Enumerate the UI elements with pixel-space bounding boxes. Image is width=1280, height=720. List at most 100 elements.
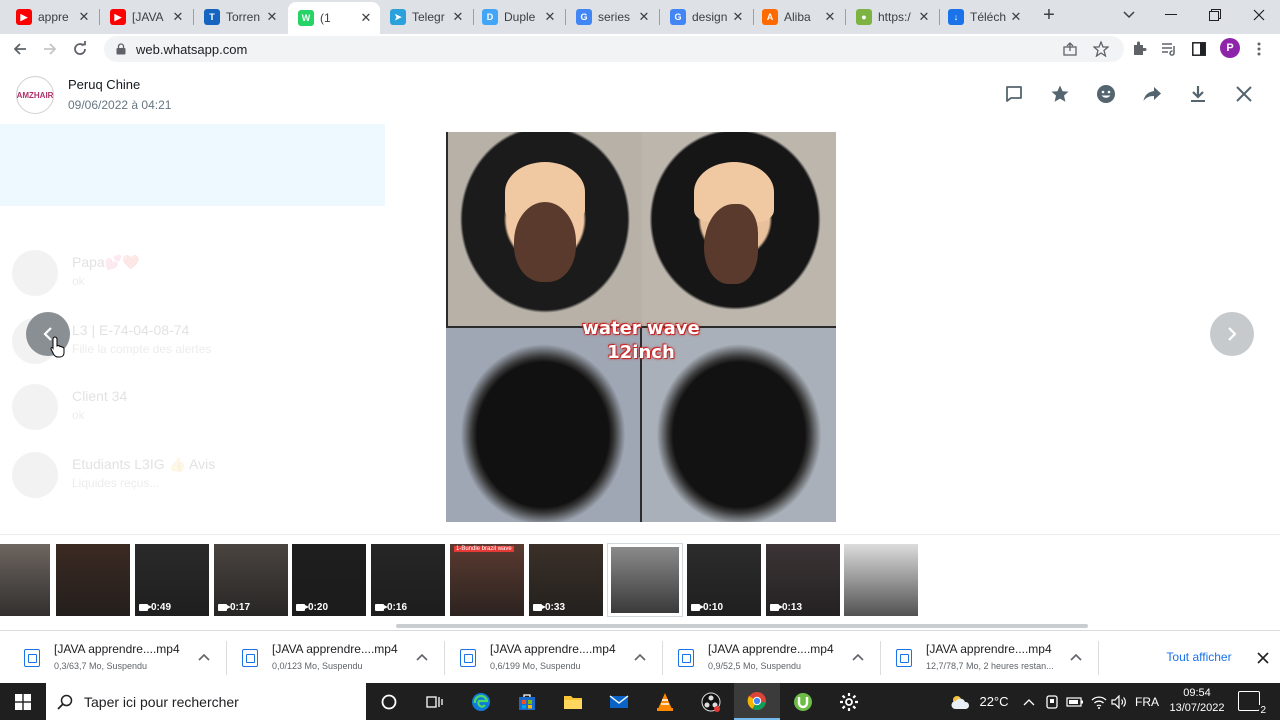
share-icon[interactable]	[1062, 40, 1080, 58]
tab-close-icon[interactable]: ✕	[170, 9, 186, 25]
media-image[interactable]: water wave 12inch	[446, 132, 836, 522]
vlc-icon[interactable]	[642, 683, 688, 720]
image-thumbnail[interactable]	[56, 544, 130, 616]
new-tab-button[interactable]: +	[1038, 5, 1060, 27]
edge-icon[interactable]	[458, 683, 504, 720]
image-thumbnail[interactable]	[844, 544, 918, 616]
tab-close-icon[interactable]: ✕	[76, 9, 92, 25]
address-bar[interactable]: web.whatsapp.com	[104, 36, 1124, 62]
reload-button[interactable]	[68, 37, 92, 61]
star-icon[interactable]	[1048, 82, 1072, 106]
chrome-icon[interactable]	[734, 683, 780, 720]
tab-close-icon[interactable]: ✕	[822, 9, 838, 25]
browser-tab[interactable]: Gdesign ✕	[660, 4, 752, 30]
system-clock[interactable]: 09:54 13/07/2022	[1166, 686, 1228, 716]
video-thumbnail[interactable]: 0:13	[766, 544, 840, 616]
settings-gear-icon[interactable]	[826, 683, 872, 720]
video-thumbnail[interactable]: 0:10	[687, 544, 761, 616]
volume-icon[interactable]	[1108, 683, 1130, 720]
task-view-icon[interactable]	[412, 683, 458, 720]
chevron-up-icon[interactable]	[632, 649, 648, 665]
restore-button[interactable]	[1192, 0, 1238, 30]
forward-icon[interactable]	[1140, 82, 1164, 106]
duplex-icon: D	[482, 9, 498, 25]
download-item[interactable]: [JAVA apprendre....mp4 0,9/52,5 Mo, Suspe…	[662, 631, 880, 684]
browser-tab[interactable]: ● https:/ ✕	[846, 4, 938, 30]
browser-tab[interactable]: ▶ appre ✕	[6, 4, 98, 30]
chevron-up-icon[interactable]	[850, 649, 866, 665]
torrent9-icon: T	[204, 9, 220, 25]
forward-button[interactable]	[38, 37, 62, 61]
browser-tab[interactable]: ▶ [JAVA ✕	[100, 4, 192, 30]
tab-close-icon[interactable]: ✕	[264, 9, 280, 25]
reply-icon[interactable]	[1002, 82, 1026, 106]
tab-close-icon[interactable]: ✕	[358, 10, 374, 26]
close-icon[interactable]	[1232, 82, 1256, 106]
utorrent-icon[interactable]	[780, 683, 826, 720]
image-thumbnail[interactable]	[607, 543, 683, 617]
tab-close-icon[interactable]: ✕	[730, 9, 746, 25]
battery-icon[interactable]	[1064, 683, 1086, 720]
chat-name: Etudiants L3IG 👍 Avis	[72, 456, 216, 472]
thumbnail-scrollbar[interactable]	[396, 624, 1088, 628]
input-language[interactable]: FRA	[1134, 683, 1160, 720]
browser-tab[interactable]: ↓ Téléch ✕	[938, 4, 1030, 30]
download-item[interactable]: [JAVA apprendre....mp4 0,6/199 Mo, Suspen…	[444, 631, 662, 684]
video-thumbnail[interactable]: 0:17	[214, 544, 288, 616]
bookmark-star-icon[interactable]	[1092, 40, 1110, 58]
close-downloads-bar-button[interactable]	[1254, 649, 1272, 667]
browser-tab[interactable]: ➤ Telegr ✕	[380, 4, 472, 30]
media-control-icon[interactable]	[1160, 40, 1178, 58]
tab-close-icon[interactable]: ✕	[636, 9, 652, 25]
tab-search-button[interactable]	[1106, 0, 1152, 30]
show-all-downloads-button[interactable]: Tout afficher	[1152, 643, 1246, 671]
browser-tab[interactable]: W (1 ✕	[288, 2, 380, 34]
chrome-menu-icon[interactable]	[1250, 40, 1268, 58]
download-item[interactable]: [JAVA apprendre....mp4 12,7/78,7 Mo, 2 he…	[880, 631, 1098, 684]
chevron-up-icon[interactable]	[414, 649, 430, 665]
extensions-icon[interactable]	[1130, 40, 1148, 58]
browser-tab[interactable]: D Duple ✕	[472, 4, 564, 30]
start-button[interactable]	[0, 683, 46, 720]
weather-temperature[interactable]: 22°C	[976, 683, 1012, 720]
meet-now-icon[interactable]	[1042, 683, 1062, 720]
lock-icon[interactable]	[110, 43, 132, 55]
weather-icon[interactable]	[948, 683, 972, 720]
browser-tab[interactable]: Gseries ✕	[566, 4, 658, 30]
taskbar-search-box[interactable]: Taper ici pour rechercher	[46, 683, 366, 720]
chevron-up-icon[interactable]	[1068, 649, 1084, 665]
video-thumbnail[interactable]: 0:20	[292, 544, 366, 616]
wifi-icon[interactable]	[1088, 683, 1110, 720]
file-explorer-icon[interactable]	[550, 683, 596, 720]
video-thumbnail[interactable]: 0:49	[135, 544, 209, 616]
tab-close-icon[interactable]: ✕	[1008, 9, 1024, 25]
chevron-up-icon[interactable]	[1020, 683, 1038, 720]
next-media-button[interactable]	[1210, 312, 1254, 356]
store-icon[interactable]	[504, 683, 550, 720]
tab-close-icon[interactable]: ✕	[916, 9, 932, 25]
browser-tab[interactable]: T Torren ✕	[194, 4, 286, 30]
chevron-up-icon[interactable]	[196, 649, 212, 665]
download-item[interactable]: [JAVA apprendre....mp4 0,0/123 Mo, Suspen…	[226, 631, 444, 684]
download-item[interactable]: [JAVA apprendre....mp4 0,3/63,7 Mo, Suspe…	[8, 631, 226, 684]
cortana-icon[interactable]	[366, 683, 412, 720]
back-button[interactable]	[8, 37, 32, 61]
image-thumbnail[interactable]	[0, 544, 50, 616]
obs-icon[interactable]	[688, 683, 734, 720]
minimize-button[interactable]	[1148, 0, 1194, 30]
tab-close-icon[interactable]: ✕	[450, 9, 466, 25]
emoji-icon[interactable]	[1094, 82, 1118, 106]
profile-avatar[interactable]: P	[1220, 38, 1240, 58]
video-thumbnail[interactable]: 0:16	[371, 544, 445, 616]
mail-icon[interactable]	[596, 683, 642, 720]
image-thumbnail[interactable]: 1-Bundle brazil wave	[450, 544, 524, 616]
download-icon[interactable]	[1186, 82, 1210, 106]
notification-center-icon[interactable]: 2	[1238, 691, 1267, 716]
tab-close-icon[interactable]: ✕	[542, 9, 558, 25]
sender-avatar[interactable]: AMZHAIR	[16, 76, 54, 114]
thumbnail-divider	[0, 534, 1280, 535]
window-close-button[interactable]	[1236, 0, 1280, 30]
video-thumbnail[interactable]: 0:33	[529, 544, 603, 616]
browser-tab[interactable]: A Aliba ✕	[752, 4, 844, 30]
side-panel-icon[interactable]	[1190, 40, 1208, 58]
